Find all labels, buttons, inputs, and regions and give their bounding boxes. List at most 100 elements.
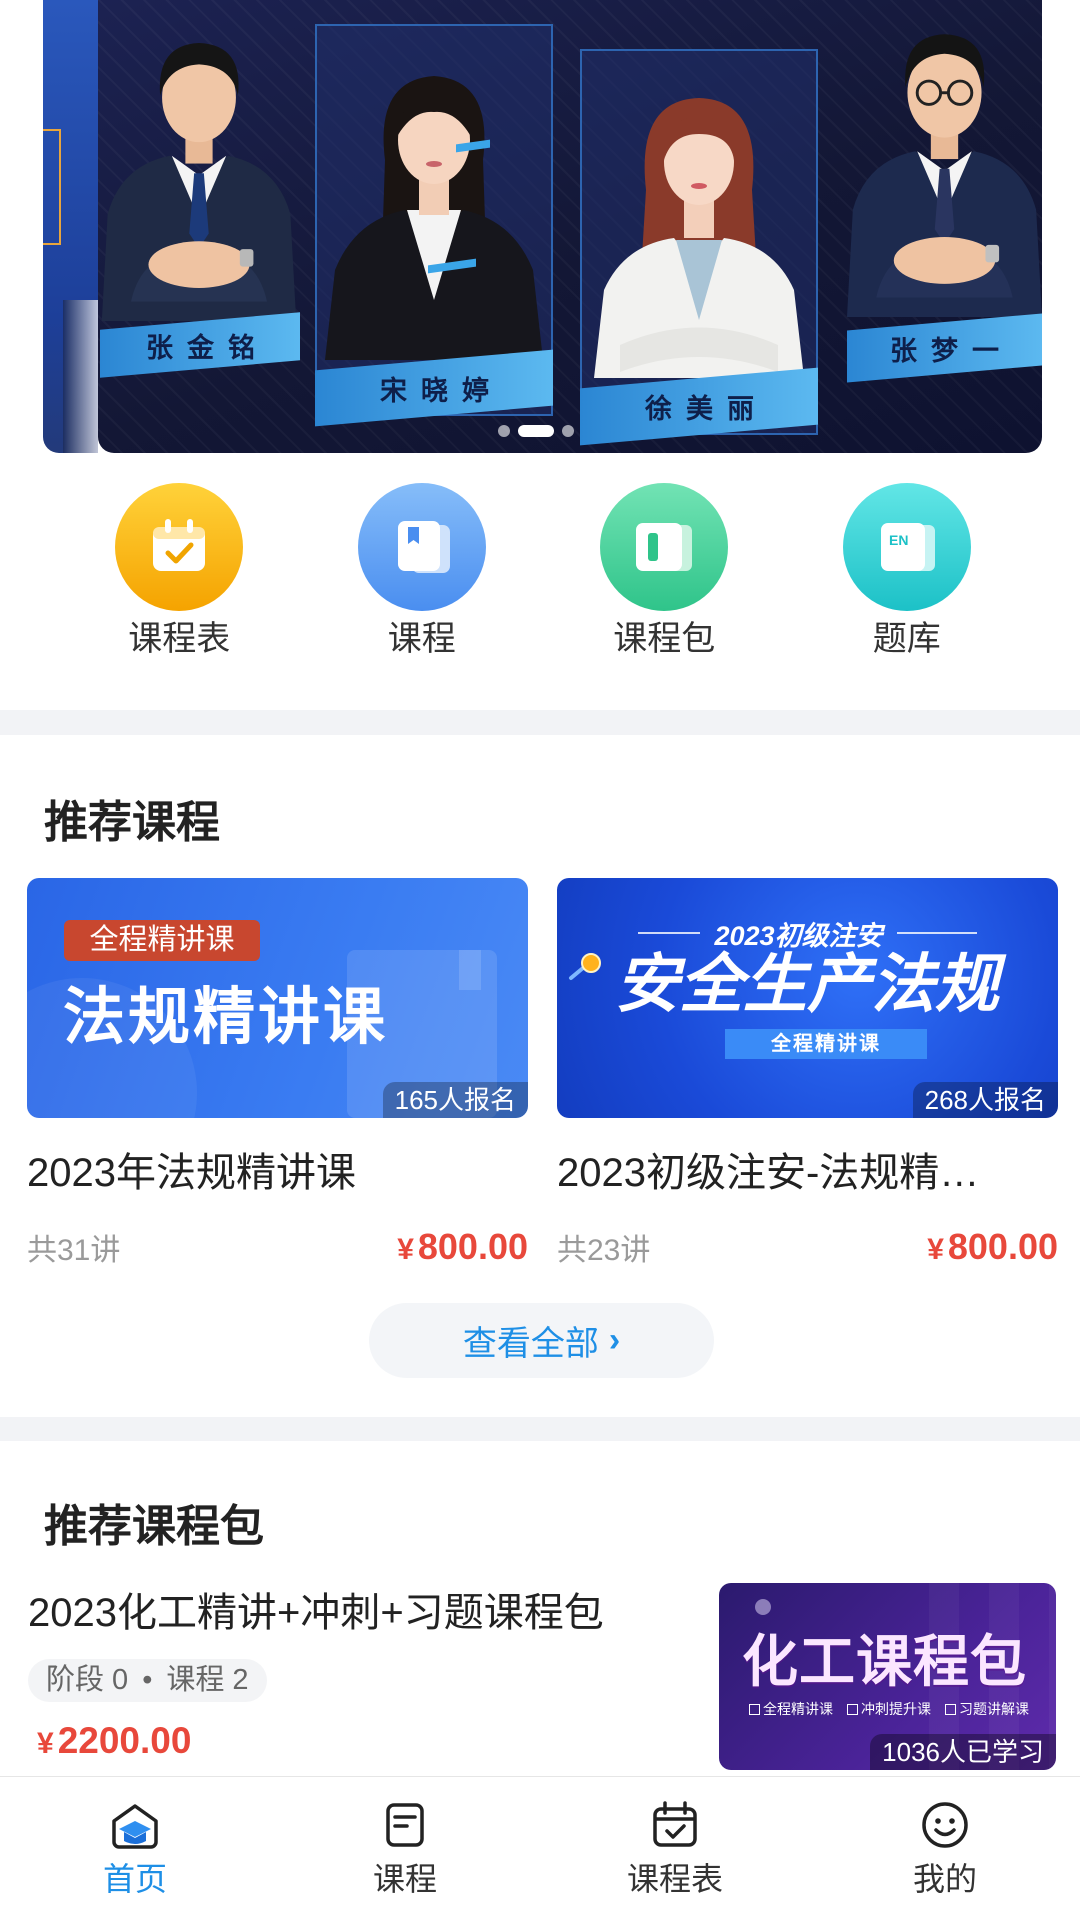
nav-label: 我的 <box>912 1861 977 1897</box>
calendar-check-icon <box>653 1801 697 1847</box>
teacher-photo <box>101 43 297 321</box>
cover-headline: 法规精讲课 <box>63 983 389 1052</box>
feature-item: 习题讲解课 <box>945 1699 1029 1719</box>
teacher-name: 张金铭 <box>145 332 269 363</box>
nav-home[interactable]: 首页 <box>0 1777 270 1920</box>
section-divider <box>0 1417 1080 1441</box>
course-title[interactable]: 2023初级注安-法规精… <box>557 1150 1058 1196</box>
course-price: ¥800.00 <box>397 1226 528 1268</box>
teacher-name-plate: 张梦一 <box>847 313 1042 383</box>
package-course-count: 课程 2 <box>166 1664 249 1696</box>
shortcut-schedule[interactable]: 课程表 <box>58 483 301 663</box>
previous-slide-peek[interactable] <box>43 0 98 453</box>
shortcut-grid: 课程表 课程 课程包 EN 题库 <box>58 483 1028 663</box>
currency-symbol: ¥ <box>37 1727 54 1760</box>
cover-headline: 化工课程包 <box>742 1630 1027 1693</box>
carousel-dots[interactable] <box>498 425 574 437</box>
package-title[interactable]: 2023化工精讲+冲刺+习题课程包 <box>28 1589 604 1637</box>
cover-subtitle: 全程精讲课 <box>725 1029 927 1059</box>
peek-decoration <box>63 300 98 453</box>
smiley-icon <box>922 1802 968 1848</box>
nav-label: 课程 <box>372 1861 437 1897</box>
shortcut-label: 课程包 <box>613 620 716 658</box>
checkbox-icon <box>945 1704 956 1715</box>
banner-carousel[interactable]: 张金铭 宋晓婷 徐美丽 张梦一 <box>0 0 1080 453</box>
en-icon-text: EN <box>889 532 908 548</box>
course-cover[interactable]: 全程精讲课 法规精讲课 165人报名 <box>27 878 528 1118</box>
course-price: ¥800.00 <box>927 1226 1058 1268</box>
section-title-courses: 推荐课程 <box>44 798 220 847</box>
open-book-icon <box>600 483 729 611</box>
magnifier-icon <box>569 953 601 980</box>
document-icon <box>386 1803 424 1847</box>
nav-label: 课程表 <box>626 1861 723 1897</box>
cover-features: 全程精讲课 冲刺提升课 习题讲解课 <box>749 1699 1029 1719</box>
learner-count: 1036人已学习 <box>870 1734 1056 1770</box>
en-book-icon: EN <box>842 483 971 611</box>
cover-kicker-row: 2023初级注安 <box>557 916 1058 951</box>
carousel-dot[interactable] <box>562 425 574 437</box>
peek-decoration <box>43 129 61 245</box>
package-info-tag: 阶段 0 • 课程 2 <box>28 1659 267 1702</box>
feature-label: 全程精讲课 <box>763 1701 833 1717</box>
price-amount: 2200.00 <box>57 1720 192 1761</box>
nav-label: 首页 <box>102 1861 167 1897</box>
course-card[interactable]: 2023初级注安 安全生产法规 全程精讲课 268人报名 2023初级注安-法规… <box>557 878 1058 1269</box>
teacher-photo <box>847 34 1042 317</box>
shortcut-label: 课程 <box>387 620 456 658</box>
feature-label: 冲刺提升课 <box>861 1701 931 1717</box>
price-amount: 800.00 <box>947 1226 1058 1267</box>
feature-item: 全程精讲课 <box>749 1699 833 1719</box>
shortcut-courses[interactable]: 课程 <box>301 483 544 663</box>
teacher-photo <box>325 76 543 360</box>
nav-mine[interactable]: 我的 <box>810 1777 1080 1920</box>
view-all-label: 查看全部 <box>462 1325 599 1363</box>
section-divider <box>0 710 1080 735</box>
shortcut-question-bank[interactable]: EN 题库 <box>786 483 1029 663</box>
currency-symbol: ¥ <box>397 1233 414 1266</box>
cover-decoration <box>459 950 481 990</box>
lesson-count: 共31讲 <box>27 1234 121 1267</box>
checkbox-icon <box>847 1704 858 1715</box>
currency-symbol: ¥ <box>927 1233 944 1266</box>
nav-courses[interactable]: 课程 <box>270 1777 540 1920</box>
view-all-button[interactable]: 查看全部 › <box>369 1303 714 1378</box>
teacher-name: 张梦一 <box>890 335 1013 366</box>
cover-kicker: 2023初级注安 <box>714 920 883 951</box>
banner-slide-teachers[interactable]: 张金铭 宋晓婷 徐美丽 张梦一 <box>98 0 1042 453</box>
package-price: ¥2200.00 <box>37 1718 191 1764</box>
nav-schedule[interactable]: 课程表 <box>540 1777 810 1920</box>
teacher-name: 宋晓婷 <box>379 375 503 406</box>
kicker-line <box>638 932 701 934</box>
package-cover[interactable]: 化工课程包 全程精讲课 冲刺提升课 习题讲解课 1036人已学习 <box>719 1583 1056 1770</box>
shortcut-packages[interactable]: 课程包 <box>543 483 786 663</box>
cover-badge: 全程精讲课 <box>64 920 260 961</box>
package-stage: 阶段 0 <box>46 1664 129 1696</box>
bottom-nav: 首页 课程 课程表 我的 <box>0 1776 1080 1920</box>
teacher-name-plate: 张金铭 <box>100 312 300 378</box>
book-icon <box>357 483 486 611</box>
course-meta: 共23讲 ¥800.00 <box>557 1225 1058 1269</box>
kicker-line <box>896 932 977 934</box>
shortcut-label: 课程表 <box>128 620 231 658</box>
enrolled-count: 268人报名 <box>912 1082 1058 1118</box>
cover-headline: 安全生产法规 <box>615 948 999 1020</box>
shortcut-label: 题库 <box>872 620 941 658</box>
home-icon <box>112 1804 158 1849</box>
teacher-photo <box>594 98 804 378</box>
course-card[interactable]: 全程精讲课 法规精讲课 165人报名 2023年法规精讲课 共31讲 ¥800.… <box>27 878 528 1269</box>
chevron-right-icon: › <box>608 1321 621 1359</box>
carousel-dot[interactable] <box>518 425 554 437</box>
lesson-count: 共23讲 <box>557 1234 651 1267</box>
calendar-check-icon <box>115 483 244 611</box>
course-cover[interactable]: 2023初级注安 安全生产法规 全程精讲课 268人报名 <box>557 878 1058 1118</box>
tag-separator: • <box>142 1664 153 1696</box>
carousel-dot[interactable] <box>498 425 510 437</box>
course-meta: 共31讲 ¥800.00 <box>27 1225 528 1269</box>
teacher-name: 徐美丽 <box>644 394 768 424</box>
checkbox-icon <box>749 1704 760 1715</box>
enrolled-count: 165人报名 <box>382 1082 528 1118</box>
price-amount: 800.00 <box>417 1226 528 1267</box>
course-title[interactable]: 2023年法规精讲课 <box>27 1150 528 1196</box>
feature-item: 冲刺提升课 <box>847 1699 931 1719</box>
